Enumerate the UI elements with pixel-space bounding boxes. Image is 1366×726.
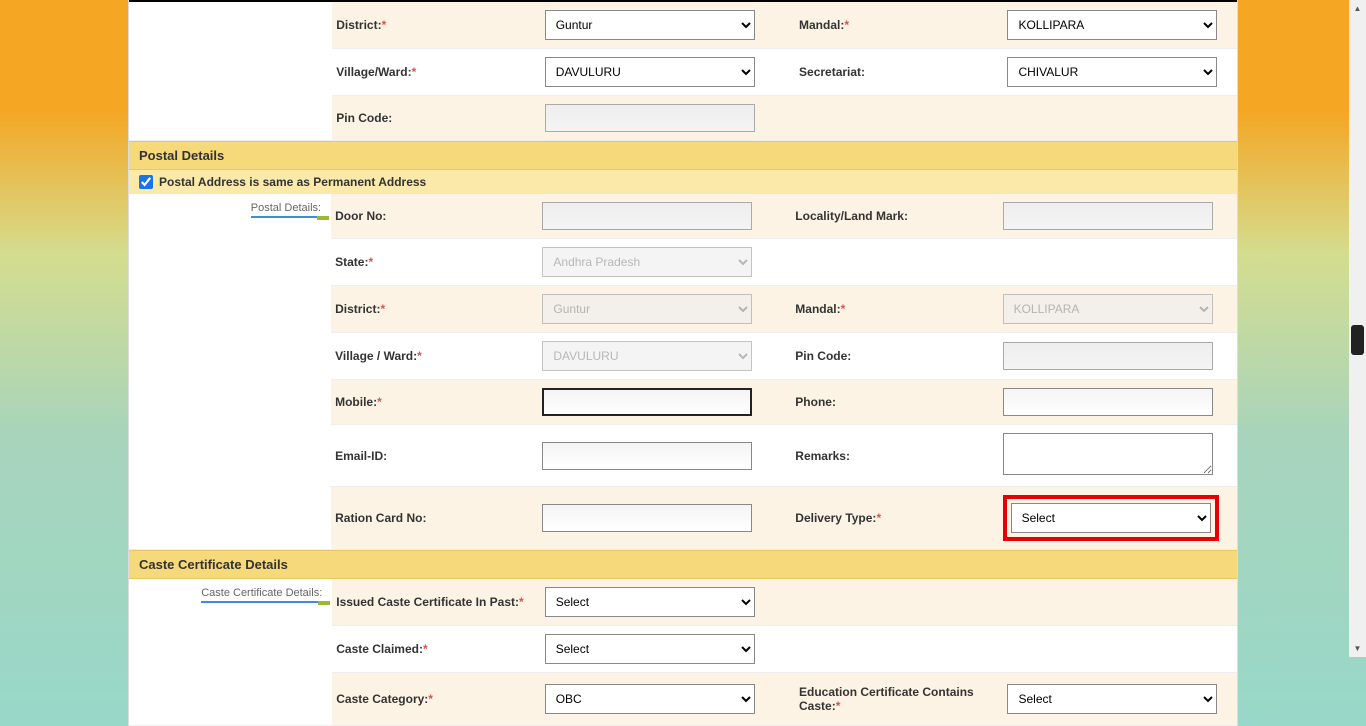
caste-claimed-select[interactable]: Select bbox=[545, 634, 755, 664]
postal-email-label: Email-ID: bbox=[335, 449, 387, 463]
postal-village-select: DAVULURU bbox=[542, 341, 752, 371]
required-marker: * bbox=[841, 302, 846, 316]
caste-table: Caste Certificate Details: Issued Caste … bbox=[129, 579, 1237, 726]
form-container: District:* Guntur Mandal:* KOLLIPARA Vil… bbox=[128, 0, 1238, 726]
postal-state-label: State: bbox=[335, 255, 368, 269]
scrollbar-thumb[interactable] bbox=[1351, 325, 1364, 355]
perm-pincode-label: Pin Code: bbox=[336, 111, 392, 125]
postal-ration-input[interactable] bbox=[542, 504, 752, 532]
postal-side-label: Postal Details: bbox=[251, 202, 321, 218]
caste-claimed-label: Caste Claimed: bbox=[336, 642, 423, 656]
postal-mandal-label: Mandal: bbox=[795, 302, 840, 316]
required-marker: * bbox=[382, 18, 387, 32]
postal-phone-label: Phone: bbox=[795, 395, 836, 409]
permanent-address-table: District:* Guntur Mandal:* KOLLIPARA Vil… bbox=[129, 2, 1237, 141]
caste-category-label: Caste Category: bbox=[336, 692, 428, 706]
caste-educert-label: Education Certificate Contains Caste: bbox=[799, 685, 974, 713]
perm-district-label: District: bbox=[336, 18, 381, 32]
vertical-scrollbar[interactable]: ▲ ▼ bbox=[1349, 0, 1366, 657]
postal-phone-input[interactable] bbox=[1003, 388, 1213, 416]
postal-same-as-label: Postal Address is same as Permanent Addr… bbox=[159, 175, 426, 189]
postal-village-label: Village / Ward: bbox=[335, 349, 417, 363]
postal-district-select: Guntur bbox=[542, 294, 752, 324]
caste-side-label: Caste Certificate Details: bbox=[201, 587, 322, 603]
caste-issued-select[interactable]: Select bbox=[545, 587, 755, 617]
postal-table: Postal Details: Door No: Locality/Land M… bbox=[129, 194, 1237, 550]
postal-mandal-select: KOLLIPARA bbox=[1003, 294, 1213, 324]
postal-section-header: Postal Details bbox=[129, 141, 1237, 170]
required-marker: * bbox=[380, 302, 385, 316]
delivery-highlight-box: Select bbox=[1003, 495, 1219, 541]
postal-district-label: District: bbox=[335, 302, 380, 316]
caste-category-select[interactable]: OBC bbox=[545, 684, 755, 714]
postal-locality-input bbox=[1003, 202, 1213, 230]
scroll-down-arrow-icon[interactable]: ▼ bbox=[1349, 640, 1366, 657]
required-marker: * bbox=[876, 511, 881, 525]
required-marker: * bbox=[417, 349, 422, 363]
postal-mobile-label: Mobile: bbox=[335, 395, 377, 409]
perm-village-label: Village/Ward: bbox=[336, 65, 411, 79]
required-marker: * bbox=[412, 65, 417, 79]
required-marker: * bbox=[519, 595, 524, 609]
perm-pincode-input bbox=[545, 104, 755, 132]
caste-issued-label: Issued Caste Certificate In Past: bbox=[336, 595, 519, 609]
postal-pincode-input bbox=[1003, 342, 1213, 370]
postal-same-as-checkbox[interactable] bbox=[139, 175, 153, 189]
perm-secretariat-label: Secretariat: bbox=[799, 65, 865, 79]
required-marker: * bbox=[377, 395, 382, 409]
caste-section-header: Caste Certificate Details bbox=[129, 550, 1237, 579]
postal-state-select: Andhra Pradesh bbox=[542, 247, 752, 277]
postal-remarks-textarea[interactable] bbox=[1003, 433, 1213, 475]
postal-mobile-input[interactable] bbox=[542, 388, 752, 416]
postal-pincode-label: Pin Code: bbox=[795, 349, 851, 363]
perm-mandal-label: Mandal: bbox=[799, 18, 844, 32]
required-marker: * bbox=[368, 255, 373, 269]
required-marker: * bbox=[844, 18, 849, 32]
caste-educert-select[interactable]: Select bbox=[1007, 684, 1217, 714]
perm-mandal-select[interactable]: KOLLIPARA bbox=[1007, 10, 1217, 40]
postal-ration-label: Ration Card No: bbox=[335, 511, 426, 525]
required-marker: * bbox=[423, 642, 428, 656]
scroll-up-arrow-icon[interactable]: ▲ bbox=[1349, 0, 1366, 17]
perm-village-select[interactable]: DAVULURU bbox=[545, 57, 755, 87]
perm-secretariat-select[interactable]: CHIVALUR bbox=[1007, 57, 1217, 87]
required-marker: * bbox=[428, 692, 433, 706]
postal-door-input bbox=[542, 202, 752, 230]
postal-remarks-label: Remarks: bbox=[795, 449, 850, 463]
postal-delivery-label: Delivery Type: bbox=[795, 511, 876, 525]
postal-delivery-select[interactable]: Select bbox=[1011, 503, 1211, 533]
perm-district-select[interactable]: Guntur bbox=[545, 10, 755, 40]
required-marker: * bbox=[836, 699, 841, 713]
postal-email-input[interactable] bbox=[542, 442, 752, 470]
postal-locality-label: Locality/Land Mark: bbox=[795, 209, 908, 223]
postal-door-label: Door No: bbox=[335, 209, 386, 223]
postal-same-as-row: Postal Address is same as Permanent Addr… bbox=[129, 170, 1237, 194]
